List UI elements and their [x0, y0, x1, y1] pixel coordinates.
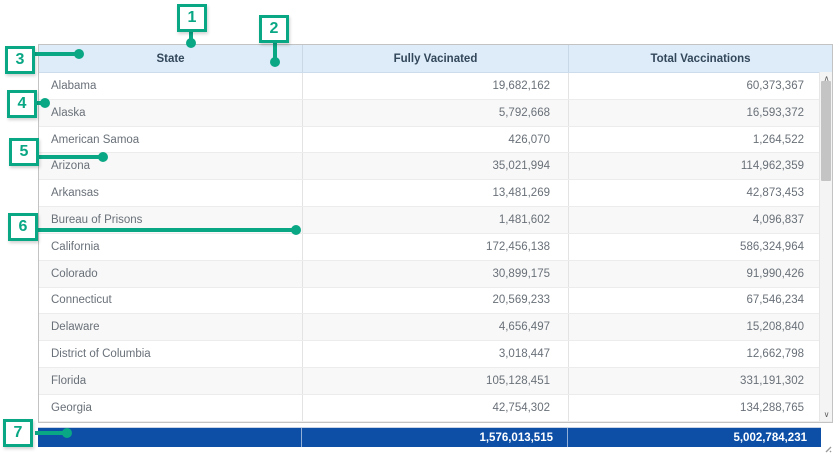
annotation-5-box: 5 — [9, 138, 39, 166]
fully-vaccinated-cell: 105,128,451 — [302, 368, 568, 394]
fully-vaccinated-cell: 426,070 — [302, 127, 568, 153]
total-vaccinations-cell: 4,096,837 — [568, 207, 832, 233]
state-cell: Delaware — [39, 314, 302, 340]
total-vaccinations-cell: 1,264,522 — [568, 127, 832, 153]
fully-vaccinated-cell: 3,018,447 — [302, 341, 568, 367]
totals-row: 1,576,013,515 5,002,784,231 — [38, 427, 821, 447]
fully-vaccinated-cell: 1,481,602 — [302, 207, 568, 233]
annotation-6-connector — [36, 228, 295, 232]
state-cell: Arkansas — [39, 180, 302, 206]
header-cell-fully-vaccinated[interactable]: Fully Vacinated — [302, 45, 568, 72]
annotation-3-box: 3 — [5, 46, 35, 74]
total-vaccinations-cell: 331,191,302 — [568, 368, 832, 394]
annotation-5-anchor-dot — [98, 152, 108, 162]
state-cell: Alabama — [39, 73, 302, 99]
fully-vaccinated-cell: 20,569,233 — [302, 288, 568, 314]
state-cell: Georgia — [39, 395, 302, 421]
state-cell: Florida — [39, 368, 302, 394]
annotation-6-anchor-dot — [291, 225, 301, 235]
annotation-1-box: 1 — [177, 4, 207, 32]
state-cell: Alaska — [39, 100, 302, 126]
table-row[interactable]: Delaware 4,656,497 15,208,840 — [39, 314, 832, 341]
annotation-2-box: 2 — [259, 15, 289, 43]
annotation-7-box: 7 — [3, 419, 33, 447]
table-row[interactable]: American Samoa 426,070 1,264,522 — [39, 127, 832, 154]
data-table: State Fully Vacinated Total Vaccinations… — [38, 44, 833, 423]
total-vaccinations-cell: 134,288,765 — [568, 395, 832, 421]
annotation-3-anchor-dot — [74, 49, 84, 59]
totals-state-cell — [38, 428, 301, 447]
table-row[interactable]: Florida 105,128,451 331,191,302 — [39, 368, 832, 395]
annotation-1-anchor-dot — [186, 38, 196, 48]
table-row[interactable]: Alabama 19,682,162 60,373,367 — [39, 73, 832, 100]
fully-vaccinated-cell: 5,792,668 — [302, 100, 568, 126]
fully-vaccinated-cell: 35,021,994 — [302, 153, 568, 179]
fully-vaccinated-cell: 13,481,269 — [302, 180, 568, 206]
total-vaccinations-cell: 586,324,964 — [568, 234, 832, 260]
total-vaccinations-cell: 67,546,234 — [568, 288, 832, 314]
annotation-4-box: 4 — [7, 90, 37, 118]
table-row[interactable]: California 172,456,138 586,324,964 — [39, 234, 832, 261]
annotation-5-connector — [38, 155, 102, 159]
total-vaccinations-cell: 42,873,453 — [568, 180, 832, 206]
fully-vaccinated-cell: 30,899,175 — [302, 261, 568, 287]
totals-total-vaccinations: 5,002,784,231 — [567, 428, 821, 447]
table-row[interactable]: Arkansas 13,481,269 42,873,453 — [39, 180, 832, 207]
table-row[interactable]: Georgia 42,754,302 134,288,765 — [39, 395, 832, 422]
table-header-row: State Fully Vacinated Total Vaccinations — [39, 45, 832, 73]
state-cell: California — [39, 234, 302, 260]
total-vaccinations-cell: 60,373,367 — [568, 73, 832, 99]
annotation-2-anchor-dot — [270, 57, 280, 67]
scrollbar-thumb[interactable] — [821, 81, 831, 181]
annotation-7-anchor-dot — [62, 428, 72, 438]
total-vaccinations-cell: 91,990,426 — [568, 261, 832, 287]
table-row[interactable]: Arizona 35,021,994 114,962,359 — [39, 153, 832, 180]
fully-vaccinated-cell: 172,456,138 — [302, 234, 568, 260]
annotation-6-box: 6 — [8, 213, 38, 241]
fully-vaccinated-cell: 19,682,162 — [302, 73, 568, 99]
fully-vaccinated-cell: 42,754,302 — [302, 395, 568, 421]
table-row[interactable]: District of Columbia 3,018,447 12,662,79… — [39, 341, 832, 368]
total-vaccinations-cell: 114,962,359 — [568, 153, 832, 179]
total-vaccinations-cell: 15,208,840 — [568, 314, 832, 340]
state-cell: Colorado — [39, 261, 302, 287]
annotation-4-anchor-dot — [40, 98, 50, 108]
totals-fully-vaccinated: 1,576,013,515 — [301, 428, 567, 447]
annotation-3-connector — [34, 52, 78, 56]
table-row[interactable]: Connecticut 20,569,233 67,546,234 — [39, 288, 832, 315]
state-cell: American Samoa — [39, 127, 302, 153]
state-cell: Connecticut — [39, 288, 302, 314]
table-row[interactable]: Alaska 5,792,668 16,593,372 — [39, 100, 832, 127]
fully-vaccinated-cell: 4,656,497 — [302, 314, 568, 340]
vertical-scrollbar[interactable]: ∧ ∨ — [819, 72, 832, 421]
total-vaccinations-cell: 16,593,372 — [568, 100, 832, 126]
header-cell-total-vaccinations[interactable]: Total Vaccinations — [568, 45, 832, 72]
table-body: Alabama 19,682,162 60,373,367 Alaska 5,7… — [39, 73, 832, 422]
state-cell: District of Columbia — [39, 341, 302, 367]
total-vaccinations-cell: 12,662,798 — [568, 341, 832, 367]
scroll-down-icon[interactable]: ∨ — [820, 408, 833, 421]
table-row[interactable]: Colorado 30,899,175 91,990,426 — [39, 261, 832, 288]
resize-grip-icon[interactable] — [822, 440, 832, 450]
